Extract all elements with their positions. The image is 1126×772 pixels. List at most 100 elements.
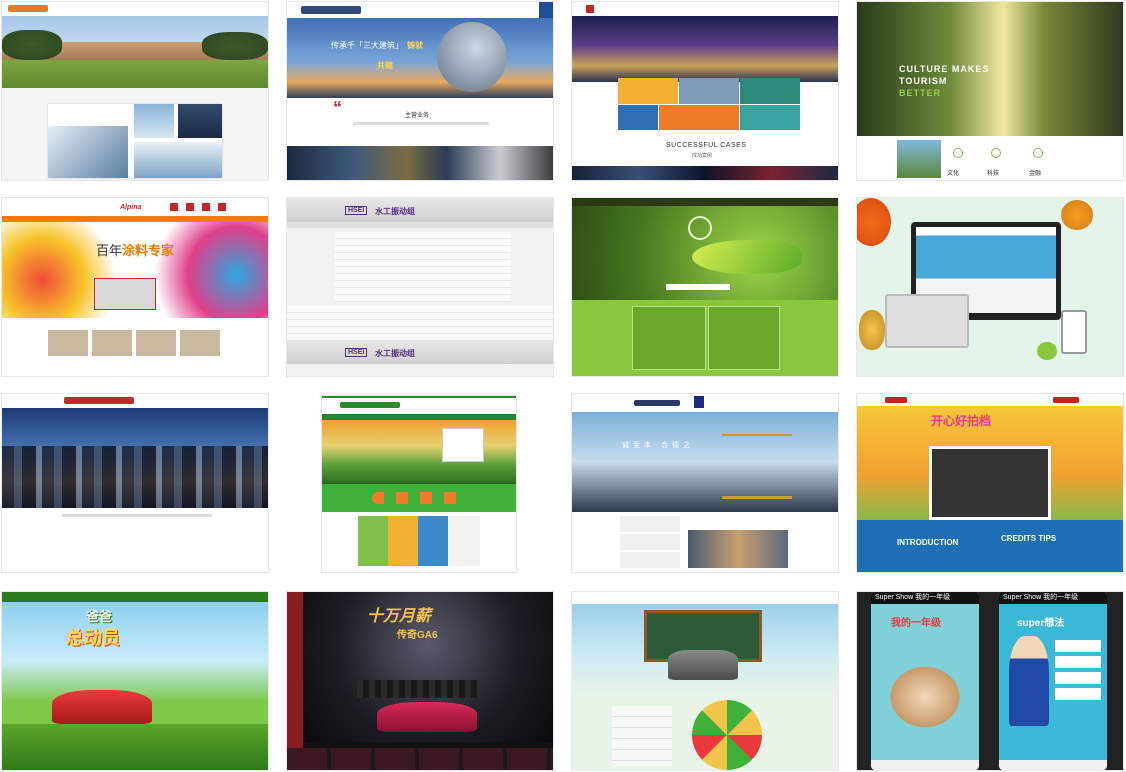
photo-grid <box>358 516 480 566</box>
video-player[interactable] <box>929 446 1051 520</box>
content-block <box>335 232 511 302</box>
site-thumbnail-law-firm[interactable]: 诚 至 本 · 合 德 之 <box>572 394 838 572</box>
bottom-strip <box>287 748 553 770</box>
feature-label-finance: 金融 <box>1029 171 1042 177</box>
cases-title: SUCCESSFUL CASES <box>666 142 747 149</box>
logo <box>586 5 594 13</box>
top-nav <box>572 592 838 604</box>
left-panel <box>612 706 672 766</box>
site-thumbnail-green-energy[interactable] <box>322 396 516 572</box>
hero-text-1: 传承千「三大建筑」 <box>331 41 403 50</box>
toyota-logo-left <box>885 397 907 403</box>
intro-heading: INTRODUCTION <box>897 538 959 547</box>
logo <box>8 5 48 12</box>
site-thumbnail-ga6-launch[interactable]: 十万月薪 传奇GA6 <box>287 592 553 770</box>
logo <box>64 397 134 404</box>
site-thumbnail-alpina-paint[interactable]: Alpina 百年 涂料专家 <box>2 198 268 376</box>
service-icons <box>372 492 468 504</box>
side-menu[interactable] <box>287 592 303 770</box>
hero-text-3: 共建 <box>377 61 393 70</box>
hero-line-3: BETTER <box>899 88 941 98</box>
screen-1-cartoon <box>885 662 965 732</box>
scales-of-justice <box>722 434 792 499</box>
service-strip <box>287 146 553 180</box>
trees-left <box>2 30 62 60</box>
cases-strip <box>572 166 838 180</box>
site-thumbnail-culture-tourism[interactable]: CULTURE MAKES TOURISM BETTER 文化 科技 金融 <box>857 2 1123 180</box>
hero-text-2: 铸就 <box>407 41 423 50</box>
hero-line-1: CULTURE MAKES <box>899 64 990 74</box>
nav-a <box>287 222 553 228</box>
site-thumbnail-green-bird[interactable] <box>572 198 838 376</box>
site-thumbnail-mobile-super-show[interactable]: Super Show 我的一年级 我的一年级 Super Show 我的一年级 … <box>857 592 1123 770</box>
nav-active <box>539 2 553 18</box>
header-a <box>287 198 553 222</box>
feature-label-culture: 文化 <box>947 171 960 177</box>
headline-line-2: 总动员 <box>66 628 120 648</box>
site-thumbnail-city-skyline[interactable] <box>2 394 268 572</box>
sky-hero <box>2 602 268 702</box>
top-nav <box>572 2 838 16</box>
top-nav <box>572 198 838 206</box>
logo <box>340 402 400 408</box>
headline-line-1: 十万月薪 <box>367 608 432 625</box>
screen-2-bubbles <box>1055 640 1101 700</box>
content-block-2 <box>287 306 553 340</box>
phone-screen-1: Super Show 我的一年级 我的一年级 <box>871 592 979 770</box>
hero-line-2: TOURISM <box>899 76 948 86</box>
phone-nav-bar <box>871 760 979 770</box>
team-photo <box>688 530 788 568</box>
site-thumbnail-toyota-campaign[interactable]: 开心好拍档 INTRODUCTION CREDITS TIPS <box>857 394 1123 572</box>
phone-title-bar: Super Show 我的一年级 <box>871 592 979 604</box>
towers <box>2 446 268 508</box>
credits-heading: CREDITS TIPS <box>1001 534 1057 543</box>
login-box[interactable] <box>442 428 484 462</box>
search-box[interactable] <box>666 284 730 290</box>
bird <box>692 240 802 274</box>
site-thumbnail-dad-campaign[interactable]: 爸爸 总动员 <box>2 592 268 770</box>
feature-label-tech: 科技 <box>987 171 1000 177</box>
title-a: 水工振动组 <box>375 207 415 216</box>
top-nav <box>2 592 268 602</box>
footer-text <box>62 514 212 517</box>
grass <box>2 724 268 770</box>
bird-emblem <box>688 216 712 240</box>
site-thumbnail-satellite-group[interactable]: 传承千「三大建筑」 铸就 共建 “ 主营业务 <box>287 2 553 180</box>
header-icons <box>170 203 228 211</box>
headline-line-1: 爸爸 <box>86 609 113 624</box>
headline-a: 百年 <box>96 243 123 258</box>
section-desc <box>353 122 489 125</box>
tile-grid <box>618 78 800 130</box>
prize-wheel[interactable] <box>692 700 762 770</box>
headline-line-2: 传奇GA6 <box>397 630 438 641</box>
logo-b: HSEI <box>345 348 368 357</box>
info-panel-right <box>708 306 780 370</box>
site-thumbnail-first-year-campaign[interactable] <box>572 592 838 770</box>
thumb-row <box>48 330 222 356</box>
content-card <box>48 104 222 178</box>
cases-subtitle: 成功案例 <box>692 153 713 159</box>
phone-nav-bar <box>999 760 1107 770</box>
quote-icon: “ <box>333 98 342 118</box>
logo: Alpina <box>120 204 142 211</box>
toyota-logo-right <box>1053 397 1079 403</box>
forest-hero <box>857 2 1123 136</box>
hero-slogan: 诚 至 本 · 合 德 之 <box>622 442 691 449</box>
site-thumbnail-cultural-tourism-cases[interactable]: SUCCESSFUL CASES 成功案例 <box>572 2 838 180</box>
site-thumbnail-responsive-devices[interactable] <box>857 198 1123 376</box>
hero-castle <box>572 16 838 82</box>
phone <box>1061 310 1087 354</box>
phone-screen-2: Super Show 我的一年级 super想法 <box>999 592 1107 770</box>
top-nav <box>2 394 268 408</box>
red-car <box>52 690 152 724</box>
headline-b: 涂料专家 <box>122 243 175 258</box>
trees-right <box>202 32 268 60</box>
sedan <box>377 702 477 732</box>
audience <box>357 680 477 698</box>
logo-a: HSEI <box>345 206 368 215</box>
section-title: 主营业务 <box>405 113 430 119</box>
site-thumbnail-university[interactable] <box>2 2 268 180</box>
screen-1-headline: 我的一年级 <box>891 618 941 629</box>
site-thumbnail-hydraulic-vibration[interactable]: HSEI 水工振动组 HSEI 水工振动组 <box>287 198 553 376</box>
pineapple <box>859 310 885 350</box>
